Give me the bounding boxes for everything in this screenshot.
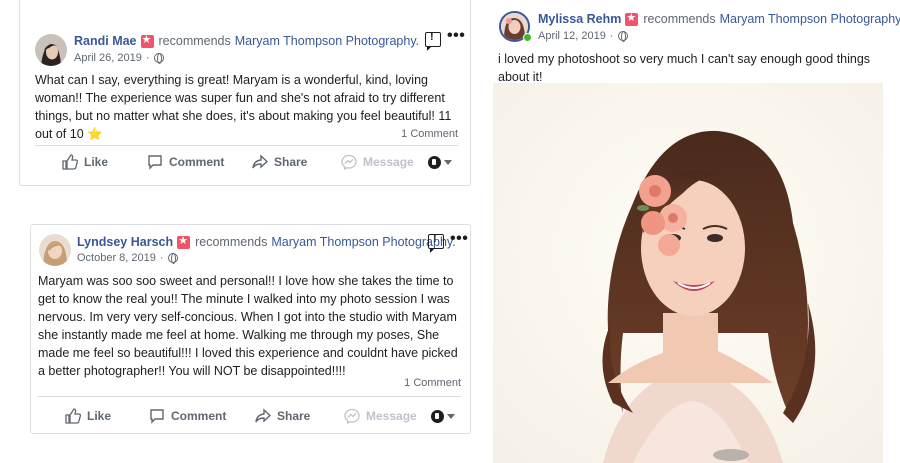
audience-icon <box>428 156 441 169</box>
post-body: i loved my photoshoot so very much I can… <box>498 52 871 84</box>
post-meta: April 12, 2019 · <box>538 30 628 42</box>
separator: · <box>145 52 150 64</box>
post-date[interactable]: April 26, 2019 <box>74 52 142 64</box>
more-icon[interactable]: ••• <box>447 27 465 45</box>
like-label: Like <box>87 409 112 423</box>
comment-icon <box>148 155 162 170</box>
like-icon <box>62 154 78 170</box>
rec-badge-icon <box>140 34 154 48</box>
post-header: Randi Mae recommends Maryam Thompson Pho… <box>74 34 419 49</box>
action-bar: Like Comment Share Message <box>20 152 472 172</box>
audience-selector[interactable] <box>431 410 455 423</box>
audience-icon <box>431 410 444 423</box>
caret-down-icon <box>444 160 452 165</box>
rec-badge-icon <box>177 235 191 249</box>
like-label: Like <box>84 155 109 169</box>
message-button[interactable]: Message <box>344 408 417 424</box>
post-header: Mylissa Rehm recommends Maryam Thompson … <box>538 12 900 27</box>
comment-label: Comment <box>171 409 227 423</box>
divider <box>38 396 461 397</box>
share-icon <box>255 408 271 423</box>
avatar[interactable] <box>39 234 71 266</box>
post-meta: April 26, 2019 · <box>74 52 164 64</box>
page-link[interactable]: Maryam Thompson Photography. <box>720 12 900 26</box>
author-name[interactable]: Lyndsey Harsch <box>77 235 173 249</box>
post-date[interactable]: October 8, 2019 <box>77 252 156 264</box>
share-icon <box>252 154 268 169</box>
recommends-label: recommends <box>195 235 268 249</box>
message-button[interactable]: Message <box>341 154 414 170</box>
caret-down-icon <box>447 414 455 419</box>
comment-count[interactable]: 1 Comment <box>401 128 458 140</box>
message-label: Message <box>363 155 414 169</box>
post-header: Lyndsey Harsch recommends Maryam Thompso… <box>77 235 456 250</box>
share-label: Share <box>277 409 311 423</box>
post-body: Maryam was soo soo sweet and personal!! … <box>38 274 458 378</box>
review-card-lyndsey: Lyndsey Harsch recommends Maryam Thompso… <box>30 224 471 434</box>
message-icon[interactable] <box>425 31 441 51</box>
online-status-icon <box>523 33 532 42</box>
recommends-label: recommends <box>158 34 231 48</box>
share-button[interactable]: Share <box>252 154 307 170</box>
divider <box>35 145 458 146</box>
rec-badge-icon <box>625 12 639 26</box>
messenger-icon <box>341 154 357 170</box>
comment-icon <box>150 409 164 424</box>
share-button[interactable]: Share <box>255 408 310 424</box>
page-link[interactable]: Maryam Thompson Photography. <box>235 34 419 48</box>
post-meta: October 8, 2019 · <box>77 252 178 264</box>
post-photo[interactable] <box>493 83 883 463</box>
messenger-icon <box>344 408 360 424</box>
review-card-mylissa: Mylissa Rehm recommends Maryam Thompson … <box>493 0 900 463</box>
post-date[interactable]: April 12, 2019 <box>538 30 606 42</box>
comment-button[interactable]: Comment <box>147 154 224 170</box>
author-name[interactable]: Mylissa Rehm <box>538 12 621 26</box>
globe-icon <box>153 53 164 64</box>
globe-icon <box>167 253 178 264</box>
recommends-label: recommends <box>643 12 716 26</box>
author-name[interactable]: Randi Mae <box>74 34 137 48</box>
comment-label: Comment <box>169 155 225 169</box>
more-icon[interactable]: ••• <box>450 230 468 248</box>
message-label: Message <box>366 409 417 423</box>
separator: · <box>609 30 614 42</box>
audience-selector[interactable] <box>428 156 452 169</box>
review-card-randi: Randi Mae recommends Maryam Thompson Pho… <box>19 0 471 186</box>
action-bar: Like Comment Share Message <box>31 406 472 426</box>
comment-count[interactable]: 1 Comment <box>404 377 461 389</box>
comment-button[interactable]: Comment <box>149 408 226 424</box>
separator: · <box>159 252 164 264</box>
share-label: Share <box>274 155 308 169</box>
globe-icon <box>617 31 628 42</box>
message-icon[interactable] <box>428 233 444 253</box>
like-icon <box>65 408 81 424</box>
like-button[interactable]: Like <box>65 408 111 424</box>
like-button[interactable]: Like <box>62 154 108 170</box>
avatar[interactable] <box>35 34 67 66</box>
